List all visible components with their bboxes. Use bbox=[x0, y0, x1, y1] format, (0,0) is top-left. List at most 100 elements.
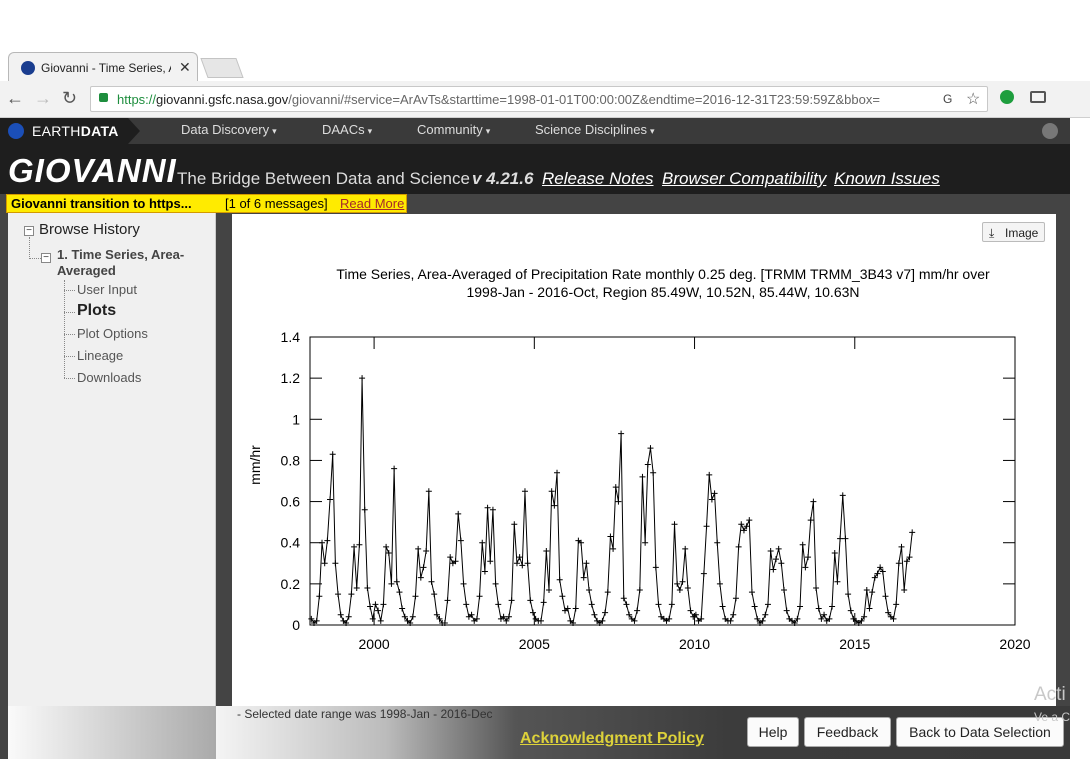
x-tick-label: 2020 bbox=[999, 636, 1030, 652]
data-point bbox=[783, 607, 790, 614]
chart-frame bbox=[309, 336, 1016, 626]
data-point bbox=[847, 607, 854, 614]
data-point bbox=[738, 521, 745, 528]
alert-message[interactable]: Giovanni transition to https... bbox=[11, 196, 192, 211]
data-point bbox=[671, 521, 678, 528]
alert-count: [1 of 6 messages] bbox=[225, 196, 328, 211]
address-bar[interactable]: https://giovanni.gsfc.nasa.gov/giovanni/… bbox=[90, 86, 988, 112]
x-tick-label: 2000 bbox=[359, 636, 390, 652]
data-point bbox=[831, 550, 838, 556]
close-tab-icon[interactable]: ✕ bbox=[179, 59, 191, 76]
data-point bbox=[495, 601, 502, 608]
giovanni-logo[interactable]: GIOVANNI bbox=[8, 152, 177, 190]
data-point bbox=[708, 496, 715, 503]
collapse-toggle-icon[interactable]: − bbox=[41, 253, 51, 263]
data-point bbox=[711, 490, 718, 497]
data-point bbox=[845, 591, 852, 598]
giovanni-banner: GIOVANNI The Bridge Between Data and Sci… bbox=[0, 144, 1070, 194]
nav-community[interactable]: Community ▾ bbox=[417, 122, 490, 137]
bookmark-star-icon[interactable]: ☆ bbox=[966, 89, 980, 109]
data-point bbox=[730, 611, 737, 618]
known-issues-link[interactable]: Known Issues bbox=[834, 169, 940, 189]
sidebar-item-downloads[interactable]: Downloads bbox=[77, 370, 141, 385]
help-button[interactable]: Help bbox=[747, 717, 799, 747]
cast-icon[interactable] bbox=[1030, 91, 1046, 103]
data-point bbox=[748, 589, 755, 596]
data-point bbox=[644, 461, 651, 468]
browser-tab[interactable]: Giovanni - Time Series, A ✕ bbox=[8, 52, 198, 82]
date-range-note: - Selected date range was 1998-Jan - 201… bbox=[237, 707, 493, 721]
chart-ticks bbox=[310, 336, 1016, 626]
acknowledgment-policy-link[interactable]: Acknowledgment Policy bbox=[520, 730, 704, 748]
tagline: The Bridge Between Data and Science bbox=[177, 169, 470, 188]
data-point bbox=[505, 613, 512, 620]
download-image-button[interactable]: ⤓ Image bbox=[982, 222, 1045, 242]
data-point bbox=[308, 615, 315, 622]
data-point bbox=[409, 613, 416, 620]
data-point bbox=[460, 580, 467, 587]
data-point bbox=[319, 539, 326, 546]
reload-icon[interactable]: ↻ bbox=[62, 88, 77, 109]
release-notes-link[interactable]: Release Notes bbox=[542, 169, 654, 189]
data-point bbox=[337, 611, 344, 618]
forward-icon[interactable]: → bbox=[34, 88, 52, 109]
data-point bbox=[489, 506, 496, 513]
data-point bbox=[529, 609, 536, 616]
data-point bbox=[492, 580, 499, 587]
data-point bbox=[444, 597, 451, 604]
browser-compatibility-link[interactable]: Browser Compatibility bbox=[662, 169, 826, 189]
data-point bbox=[634, 607, 641, 614]
new-tab-button[interactable] bbox=[200, 58, 244, 78]
data-point bbox=[794, 615, 801, 622]
sidebar-item-plot-options[interactable]: Plot Options bbox=[77, 326, 148, 341]
chevron-down-icon: ▾ bbox=[650, 126, 655, 136]
extension-icon[interactable] bbox=[1000, 90, 1014, 104]
sidebar-item-user-input[interactable]: User Input bbox=[77, 282, 137, 297]
data-point bbox=[829, 603, 836, 610]
data-point bbox=[425, 488, 432, 495]
browse-history-label[interactable]: Browse History bbox=[39, 221, 140, 238]
data-point bbox=[735, 543, 742, 550]
nav-science-disciplines[interactable]: Science Disciplines ▾ bbox=[535, 122, 655, 137]
data-point bbox=[372, 601, 379, 608]
data-point bbox=[356, 541, 363, 548]
data-point bbox=[527, 597, 534, 604]
series-line bbox=[310, 378, 913, 624]
data-point bbox=[650, 469, 657, 476]
data-point bbox=[543, 547, 550, 554]
nav-data-discovery[interactable]: Data Discovery ▾ bbox=[181, 122, 277, 137]
search-icon[interactable] bbox=[1042, 123, 1058, 139]
data-point bbox=[583, 560, 590, 567]
history-item-time-series[interactable]: 1. Time Series, Area-Averaged bbox=[57, 247, 207, 279]
data-point bbox=[714, 539, 721, 546]
data-point bbox=[588, 601, 595, 608]
url-text[interactable]: https://giovanni.gsfc.nasa.gov/giovanni/… bbox=[117, 92, 941, 107]
earthdata-logo[interactable]: EARTHDATA bbox=[0, 118, 140, 144]
data-point bbox=[802, 564, 809, 571]
read-more-link[interactable]: Read More bbox=[340, 196, 404, 211]
feedback-button[interactable]: Feedback bbox=[804, 717, 891, 747]
nav-daacs[interactable]: DAACs ▾ bbox=[322, 122, 372, 137]
data-point bbox=[655, 601, 662, 608]
x-tick-label: 2010 bbox=[679, 636, 710, 652]
x-tick-label: 2005 bbox=[519, 636, 550, 652]
data-point bbox=[554, 469, 561, 476]
y-tick-label: 0.4 bbox=[281, 535, 301, 551]
data-point bbox=[353, 584, 360, 591]
collapse-toggle-icon[interactable]: − bbox=[24, 226, 34, 236]
translate-icon[interactable]: G bbox=[943, 92, 952, 106]
data-point bbox=[805, 554, 812, 561]
sidebar-item-lineage[interactable]: Lineage bbox=[77, 348, 123, 363]
data-point bbox=[647, 445, 654, 452]
data-point bbox=[503, 617, 510, 624]
back-icon[interactable]: ← bbox=[6, 88, 24, 109]
data-point bbox=[401, 613, 408, 620]
data-point bbox=[423, 547, 430, 554]
data-point bbox=[751, 603, 758, 610]
sidebar-item-plots[interactable]: Plots bbox=[77, 302, 116, 320]
data-point bbox=[879, 568, 886, 575]
data-point bbox=[775, 545, 782, 552]
series-markers bbox=[308, 375, 916, 626]
earthdata-bar: EARTHDATA Data Discovery ▾ DAACs ▾ Communi… bbox=[0, 118, 1070, 144]
data-point bbox=[316, 593, 323, 600]
